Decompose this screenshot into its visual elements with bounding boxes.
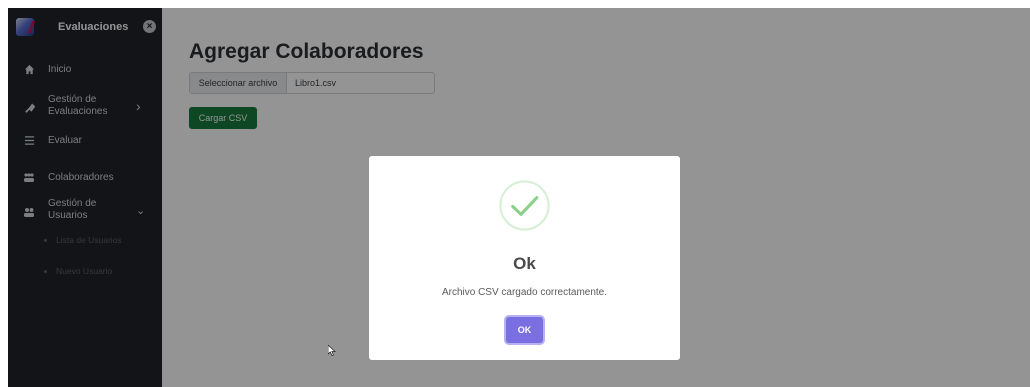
success-check-icon	[499, 180, 550, 231]
app-window: Evaluaciones × Inicio Gestión de Evaluac…	[8, 8, 1030, 387]
success-dialog: Ok Archivo CSV cargado correctamente. OK	[369, 156, 680, 360]
ok-button[interactable]: OK	[506, 317, 543, 343]
mouse-cursor-icon	[328, 345, 336, 356]
dialog-message: Archivo CSV cargado correctamente.	[441, 287, 608, 298]
dialog-title: Ok	[513, 254, 536, 273]
